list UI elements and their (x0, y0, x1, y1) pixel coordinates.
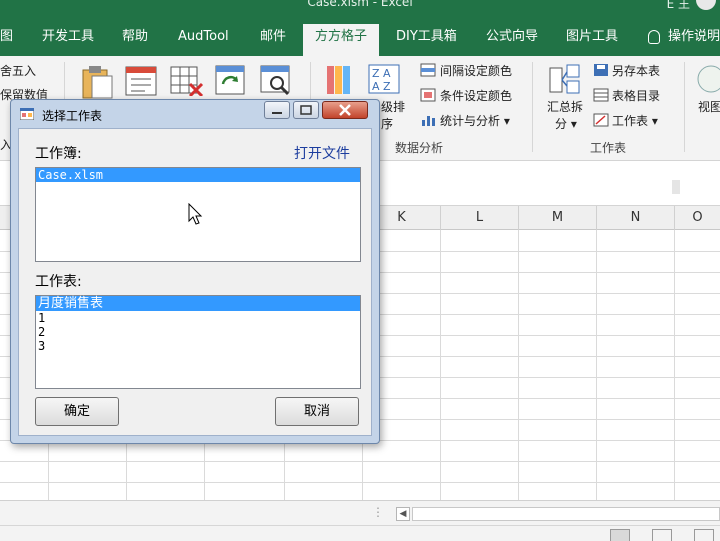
interval-color-button[interactable]: 间隔设定颜色 (440, 62, 512, 79)
summary-split-icon[interactable] (549, 64, 581, 96)
lightbulb-icon (648, 29, 660, 44)
tab-view[interactable]: 图 (0, 24, 13, 56)
open-file-link[interactable]: 打开文件 (294, 143, 350, 163)
menu-bar: 图 开发工具 帮助 AudTool 邮件 方方格子 DIY工具箱 公式向导 图片… (0, 12, 720, 56)
maximize-icon[interactable] (293, 101, 319, 119)
interval-color-icon (420, 63, 436, 77)
cancel-button[interactable]: 取消 (275, 397, 359, 426)
page-layout-view-icon[interactable] (652, 529, 672, 541)
normal-view-icon[interactable] (610, 529, 630, 541)
round-button[interactable]: 舍五入 (0, 62, 36, 79)
svg-text:Z A: Z A (372, 67, 391, 80)
workbook-label: 工作簿: (35, 146, 82, 162)
table-index-button[interactable]: 表格目录 (612, 87, 660, 104)
column-header-o[interactable]: O (674, 206, 720, 230)
clipboard-icon[interactable] (80, 64, 114, 100)
dialog-body: 工作簿: 打开文件 Case.xlsm 工作表: 月度销售表 1 2 3 确定 … (18, 128, 372, 436)
list-item[interactable]: Case.xlsm (36, 168, 360, 182)
condition-color-button[interactable]: 条件设定颜色 (440, 87, 512, 104)
stats-icon (422, 116, 435, 126)
data-analysis-group-label: 数据分析 (395, 141, 444, 155)
list-item[interactable]: 2 (36, 325, 360, 339)
scroll-left-button[interactable]: ◀ (396, 507, 410, 521)
dialog-title-bar[interactable]: 选择工作表 (11, 100, 379, 128)
column-header-l[interactable]: L (440, 206, 518, 230)
tab-audtool[interactable]: AudTool (178, 24, 229, 56)
minimize-icon[interactable] (264, 101, 290, 119)
tell-me-label: 操作说明 (668, 29, 720, 44)
worksheet-label: 工作表: (35, 274, 82, 290)
column-header-m[interactable]: M (518, 206, 596, 230)
summary-split-label-2[interactable]: 分 ▾ (555, 115, 577, 132)
search-sheet-icon[interactable] (259, 64, 293, 98)
sheet-tab-bar: ⋮ ◀ (0, 500, 720, 525)
tab-developer[interactable]: 开发工具 (42, 24, 94, 56)
table-index-icon (593, 88, 609, 102)
list-item[interactable]: 月度销售表 (36, 296, 360, 311)
list-item[interactable]: 3 (36, 339, 360, 353)
stats-analysis-button[interactable]: 统计与分析 ▾ (440, 112, 510, 129)
tab-formula-wizard[interactable]: 公式向导 (486, 24, 538, 56)
save-sheet-button[interactable]: 另存本表 (612, 62, 660, 79)
worksheet-button[interactable]: 工作表 ▾ (612, 112, 658, 129)
horizontal-scrollbar[interactable] (412, 507, 720, 521)
ok-button[interactable]: 确定 (35, 397, 119, 426)
tell-me-box[interactable]: 操作说明 (648, 24, 720, 54)
form-app-icon (20, 108, 34, 120)
mouse-cursor-icon (188, 203, 203, 225)
title-bar: Case.xlsm - Excel E 王 (0, 0, 720, 12)
user-label: E 王 (666, 0, 690, 11)
tab-picture-tools[interactable]: 图片工具 (566, 24, 618, 56)
view-icon[interactable] (696, 64, 720, 94)
list-item[interactable]: 1 (36, 311, 360, 325)
window-title: Case.xlsm - Excel (307, 0, 413, 9)
formula-expand[interactable] (672, 180, 680, 194)
delete-grid-icon[interactable] (170, 66, 204, 96)
tab-mail[interactable]: 邮件 (260, 24, 286, 56)
tab-help[interactable]: 帮助 (122, 24, 148, 56)
dialog-title: 选择工作表 (42, 109, 103, 123)
multi-sort-label-2[interactable]: 序 (381, 115, 393, 132)
svg-text:A Z: A Z (372, 80, 391, 93)
worksheet-listbox[interactable]: 月度销售表 1 2 3 (35, 295, 361, 389)
select-sheet-dialog: 选择工作表 工作簿: 打开文件 Case.xlsm 工作表: 月度销售表 1 2… (10, 99, 380, 444)
worksheet-icon (593, 113, 609, 127)
tab-fangfang[interactable]: 方方格子 (303, 24, 380, 56)
multi-sort-label[interactable]: 级排 (381, 98, 405, 115)
page-break-view-icon[interactable] (694, 529, 714, 541)
condition-color-icon (420, 88, 436, 102)
status-bar (0, 525, 720, 541)
tab-splitter[interactable]: ⋮ (372, 505, 384, 519)
color-bars-icon[interactable] (325, 64, 353, 96)
tab-diy-toolbox[interactable]: DIY工具箱 (396, 24, 457, 56)
close-icon[interactable] (322, 101, 368, 119)
summary-split-label[interactable]: 汇总拆 (547, 98, 583, 115)
view-label[interactable]: 视图 (698, 98, 720, 115)
sort-az-icon[interactable]: Z AA Z (368, 64, 400, 94)
save-sheet-icon (594, 64, 608, 76)
refresh-sheet-icon[interactable] (214, 64, 248, 96)
table-form-icon[interactable] (125, 66, 157, 96)
column-header-n[interactable]: N (596, 206, 674, 230)
sheet-group-label: 工作表 (590, 141, 627, 155)
